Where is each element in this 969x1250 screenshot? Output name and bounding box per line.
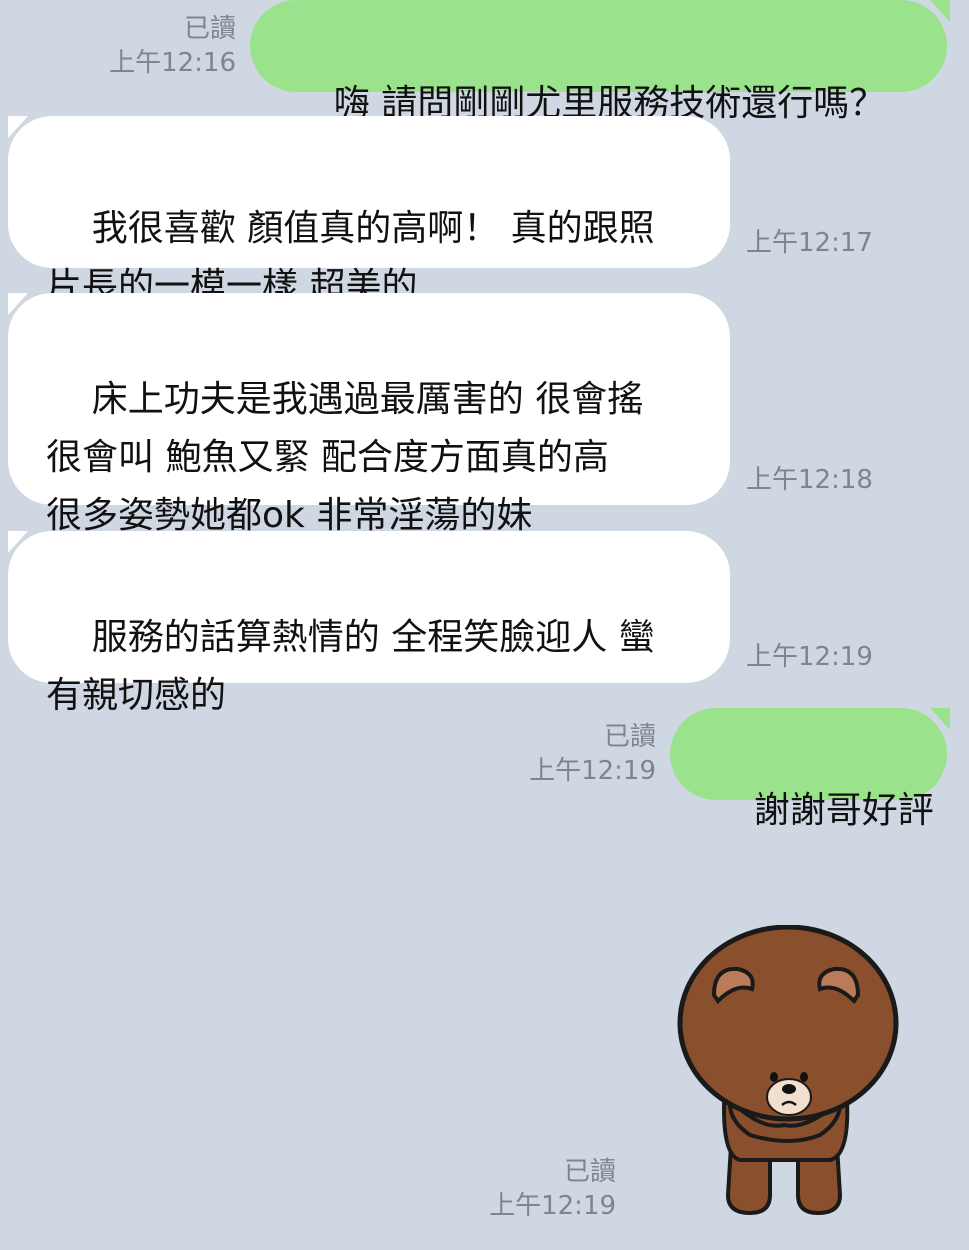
message-time: 上午12:19	[489, 1191, 616, 1221]
brown-bear-sticker[interactable]	[670, 925, 910, 1225]
message-meta: 已讀 上午12:19	[520, 720, 656, 788]
message-meta: 上午12:17	[746, 226, 926, 260]
bear-nose	[782, 1084, 796, 1094]
incoming-message-bubble[interactable]: 床上功夫是我遇過最厲害的 很會搖 很會叫 鮑魚又緊 配合度方面真的高 很多姿勢她…	[8, 293, 730, 536]
message-time: 上午12:17	[746, 228, 873, 258]
outgoing-message-bubble[interactable]: 謝謝哥好評	[670, 708, 947, 831]
bubble-tail	[8, 116, 28, 138]
sticker-meta: 已讀 上午12:19	[480, 1155, 616, 1223]
outgoing-message-bubble[interactable]: 嗨 請問剛剛尤里服務技術還行嗎？	[250, 0, 947, 124]
bubble-tail	[8, 293, 28, 315]
chat-history: 已讀 上午12:16 嗨 請問剛剛尤里服務技術還行嗎？ 我很喜歡 顏值真的高啊！…	[0, 0, 969, 1250]
message-time: 上午12:18	[746, 465, 873, 495]
read-receipt: 已讀	[563, 1157, 616, 1187]
bubble-tail	[8, 531, 28, 553]
read-receipt: 已讀	[603, 722, 656, 752]
incoming-message-bubble[interactable]: 我很喜歡 顏值真的高啊！ 真的跟照 片長的一模一樣 超美的	[8, 116, 730, 307]
message-meta: 上午12:18	[746, 463, 926, 497]
bear-right-eye	[800, 1072, 808, 1082]
bubble-tail	[930, 708, 950, 730]
message-time: 上午12:19	[746, 642, 873, 672]
message-time: 上午12:19	[529, 756, 656, 786]
read-receipt: 已讀	[183, 14, 236, 44]
message-meta: 上午12:19	[746, 640, 926, 674]
message-meta: 已讀 上午12:16	[100, 12, 236, 80]
message-time: 上午12:16	[109, 48, 236, 78]
message-text: 服務的話算熱情的 全程笑臉迎人 蠻 有親切感的	[46, 617, 655, 716]
bubble-tail	[930, 0, 950, 22]
incoming-message-bubble[interactable]: 服務的話算熱情的 全程笑臉迎人 蠻 有親切感的	[8, 531, 730, 716]
message-text: 謝謝哥好評	[753, 790, 934, 831]
message-text: 床上功夫是我遇過最厲害的 很會搖 很會叫 鮑魚又緊 配合度方面真的高 很多姿勢她…	[46, 379, 644, 536]
bear-left-eye	[770, 1072, 778, 1082]
